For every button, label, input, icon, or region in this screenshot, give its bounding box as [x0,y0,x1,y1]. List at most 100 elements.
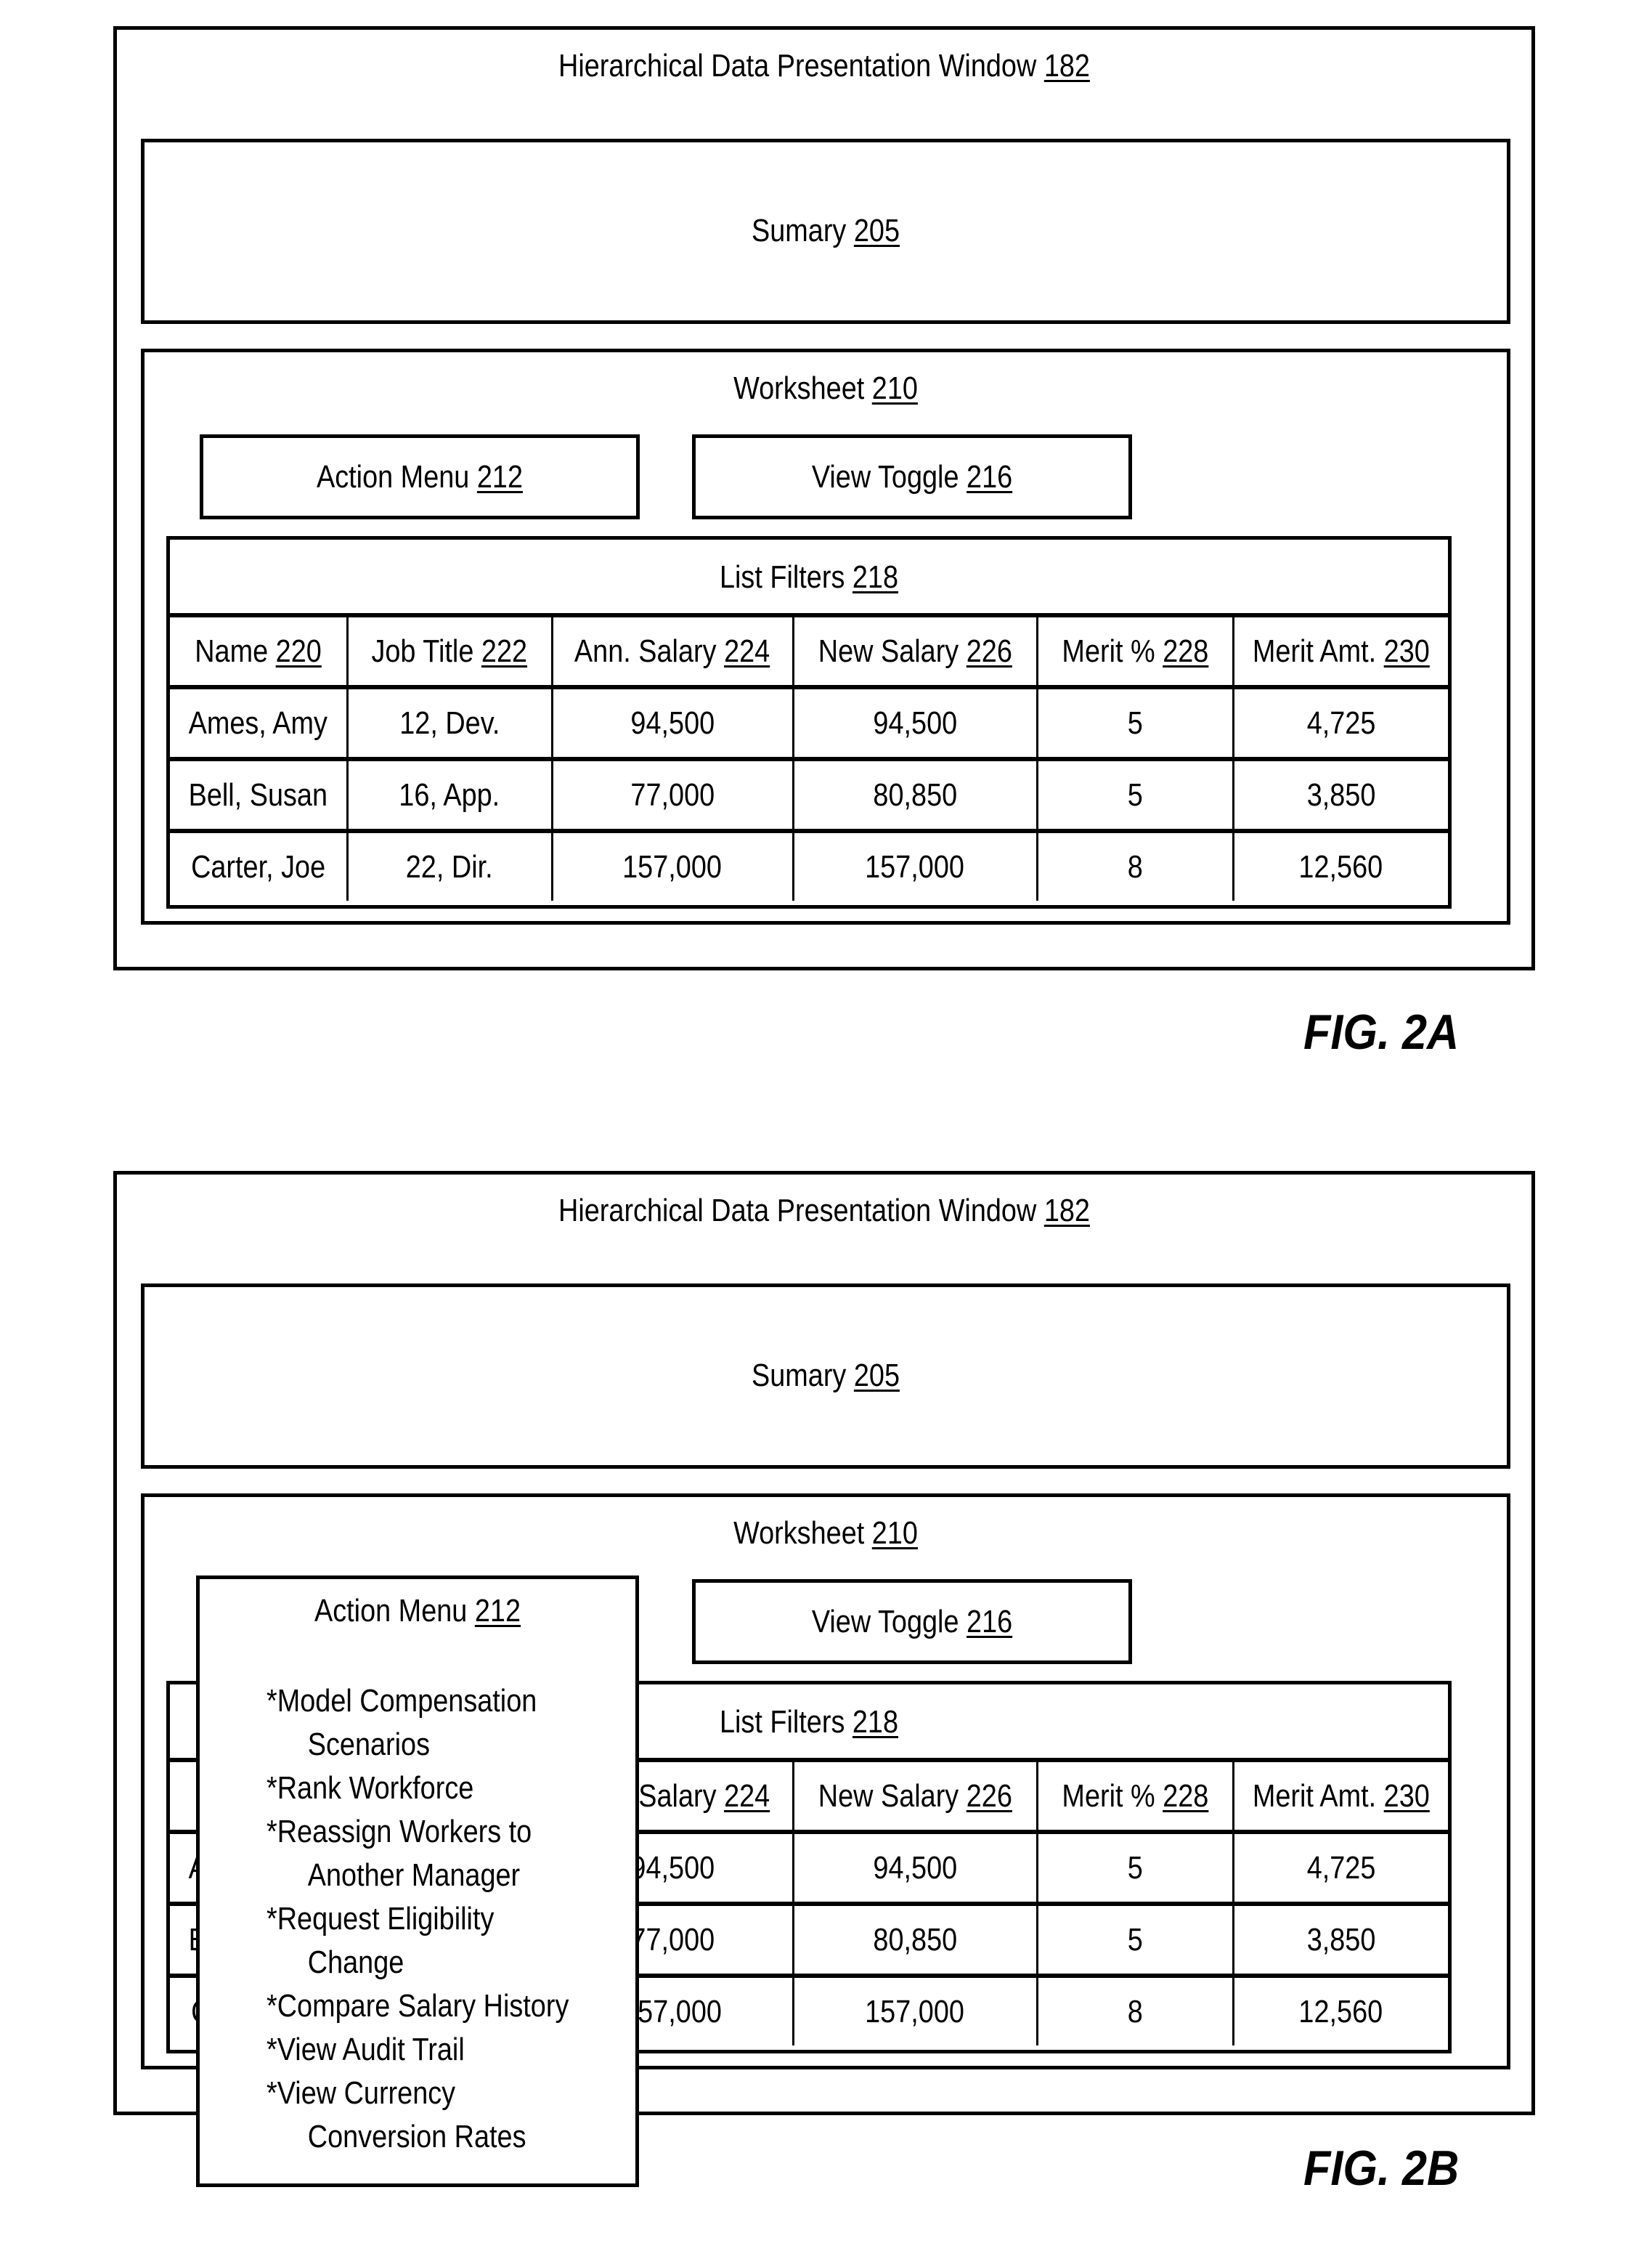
action-menu-item[interactable]: *Request Eligibility Change [266,1897,569,1984]
ref-number: 224 [724,1777,770,1814]
column-label: Job Title [371,633,474,669]
column-header[interactable]: Merit % 228 [1035,617,1234,687]
table-row[interactable]: Carter, Joe22, Dir.157,000157,000812,560 [170,829,1448,901]
table-cell: 94,500 [550,685,794,761]
summary-panel: Sumary 205 [141,1283,1510,1469]
table-header-row: Name 220Job Title 222Ann. Salary 224New … [170,617,1448,687]
table-cell: 80,850 [792,757,1038,832]
column-header[interactable]: Ann. Salary 224 [550,617,794,687]
summary-title: Sumary 205 [751,1358,900,1393]
column-header[interactable]: Name 220 [170,617,349,687]
action-menu-list: *Model Compensation Scenarios *Rank Workfo… [266,1679,618,2159]
table-row[interactable]: Bell, Susan16, App.77,00080,85053,850 [170,757,1448,832]
table-row[interactable]: Ames, Amy12, Dev.94,50094,50054,725 [170,685,1448,761]
worksheet-table: List Filters 218 Name 220Job Title 222An… [166,536,1452,909]
window-title: Hierarchical Data Presentation Window 18… [558,1193,1090,1228]
figure-2a: Hierarchical Data Presentation Window 18… [0,0,1652,1122]
table-cell: 157,000 [792,1974,1038,2045]
column-header[interactable]: New Salary 226 [792,617,1038,687]
ref-number: 222 [481,633,528,669]
action-menu-item[interactable]: *Reassign Workers to Another Manager [266,1810,569,1897]
column-header[interactable]: Merit % 228 [1035,1762,1234,1832]
action-menu-button[interactable]: Action Menu 212 [200,434,640,519]
table-cell: 157,000 [792,829,1038,901]
column-label: New Salary [818,633,959,669]
table-cell: 5 [1035,1902,1234,1977]
ref-number: 226 [966,633,1012,669]
ref-number: 230 [1383,633,1430,669]
data-grid: Name 220Job Title 222Ann. Salary 224New … [170,617,1448,901]
figure-caption: FIG. 2B [1303,2141,1460,2196]
ref-number: 220 [275,633,322,669]
ref-number: 228 [1162,633,1208,669]
ref-number: 226 [966,1777,1012,1814]
ref-number: 230 [1383,1777,1430,1814]
ref-number: 218 [852,559,899,595]
table-cell: Bell, Susan [170,757,349,832]
list-filters[interactable]: List Filters 218 [170,540,1448,617]
table-cell: 5 [1035,1830,1234,1905]
column-label: Name [194,633,268,669]
action-menu-item[interactable]: *Rank Workforce [266,1767,569,1810]
table-cell: 4,725 [1232,1830,1448,1905]
action-menu-item[interactable]: *View Audit Trail [266,2028,569,2072]
window-title: Hierarchical Data Presentation Window 18… [558,48,1090,84]
table-cell: 8 [1035,829,1234,901]
column-label: Merit % [1062,1777,1155,1814]
column-header[interactable]: Merit Amt. 230 [1232,617,1448,687]
table-cell: 5 [1035,757,1234,832]
table-cell: 12,560 [1232,1974,1448,2045]
table-cell: 12, Dev. [346,685,553,761]
view-toggle-button[interactable]: View Toggle 216 [692,1579,1132,1664]
action-menu-item[interactable]: *View Currency Conversion Rates [266,2072,569,2159]
ref-number: 212 [474,1593,521,1629]
ref-number: 182 [1043,48,1090,84]
summary-title: Sumary 205 [751,213,900,248]
column-header[interactable]: New Salary 226 [792,1762,1038,1832]
figure-caption: FIG. 2A [1303,1005,1460,1060]
column-label: Ann. Salary [574,633,717,669]
worksheet-panel: Worksheet 210 Action Menu 212 View Toggl… [141,349,1510,925]
table-cell: 16, App. [346,757,553,832]
action-menu-title: Action Menu 212 [314,1593,521,1629]
column-header[interactable]: Merit Amt. 230 [1232,1762,1448,1832]
table-cell: 8 [1035,1974,1234,2045]
column-label: Merit Amt. [1252,633,1377,669]
table-cell: 4,725 [1232,685,1448,761]
view-toggle-button[interactable]: View Toggle 216 [692,434,1132,519]
ref-number: 212 [476,459,523,495]
table-cell: 12,560 [1232,829,1448,901]
column-header[interactable]: Job Title 222 [346,617,553,687]
table-cell: 157,000 [550,829,794,901]
ref-number: 182 [1043,1193,1090,1228]
worksheet-title: Worksheet 210 [733,1515,918,1551]
table-cell: 77,000 [550,757,794,832]
ref-number: 216 [967,1604,1013,1639]
action-menu-dropdown[interactable]: Action Menu 212 *Model Compensation Scena… [196,1575,639,2187]
table-cell: 3,850 [1232,757,1448,832]
table-cell: Carter, Joe [170,829,349,901]
ref-number: 205 [853,1358,900,1393]
ref-number: 205 [853,213,900,248]
action-menu-item[interactable]: *Model Compensation Scenarios [266,1679,569,1767]
column-label: Merit % [1062,633,1155,669]
table-cell: 22, Dir. [346,829,553,901]
table-cell: 94,500 [792,1830,1038,1905]
ref-number: 218 [852,1704,899,1740]
table-cell: Ames, Amy [170,685,349,761]
table-cell: 5 [1035,685,1234,761]
ref-number: 228 [1162,1777,1208,1814]
column-label: Merit Amt. [1252,1777,1377,1814]
ref-number: 216 [967,459,1013,495]
table-cell: 80,850 [792,1902,1038,1977]
ref-number: 210 [871,1515,918,1551]
action-menu-item[interactable]: *Compare Salary History [266,1984,569,2028]
table-cell: 94,500 [792,685,1038,761]
column-label: New Salary [818,1777,959,1814]
summary-panel: Sumary 205 [141,139,1510,324]
table-cell: 3,850 [1232,1902,1448,1977]
figure-2b: Hierarchical Data Presentation Window 18… [0,1145,1652,2267]
worksheet-title: Worksheet 210 [733,370,918,406]
ref-number: 224 [724,633,770,669]
ref-number: 210 [871,370,918,406]
